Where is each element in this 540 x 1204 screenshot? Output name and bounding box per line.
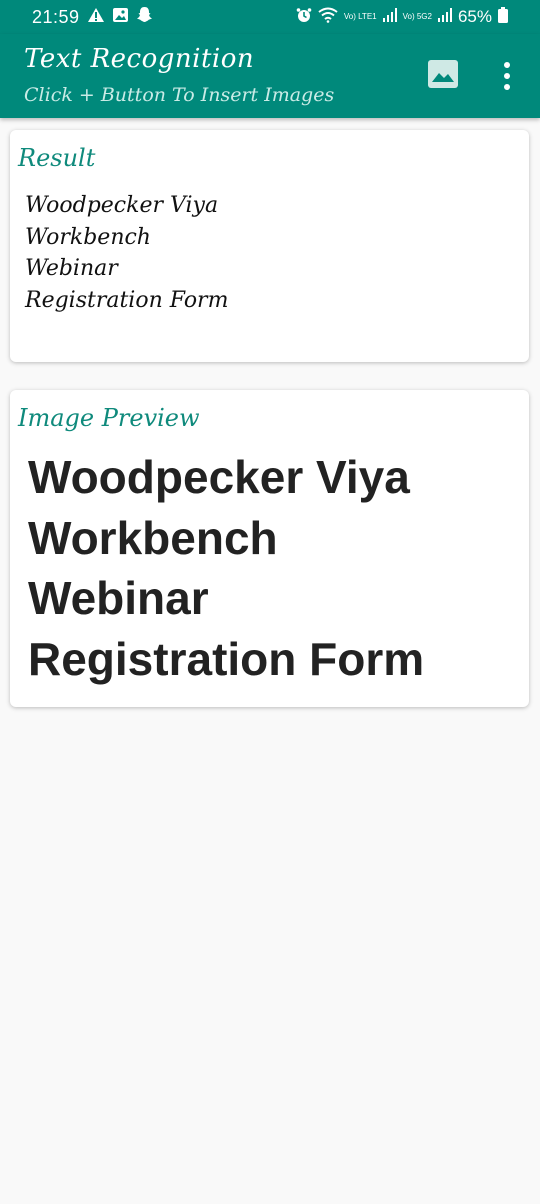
battery-percentage: 65% (457, 7, 492, 26)
result-line: Workbench (25, 224, 151, 250)
image-icon (432, 73, 454, 82)
result-line: Webinar (25, 256, 118, 281)
preview-line: Woodpecker Viya (28, 451, 410, 503)
status-bar: 21:59 Vo) LTE1 Vo) 5G2 65% (0, 0, 540, 34)
status-right: Vo) LTE1 Vo) 5G2 65% (296, 0, 508, 34)
more-vert-icon-dot (504, 73, 510, 79)
warning-icon (87, 7, 105, 28)
network-label-2: Vo) 5G2 (402, 12, 432, 21)
image-preview-card: Image Preview Woodpecker Viya Workbench … (10, 390, 529, 707)
network-label-1: Vo) LTE1 (343, 12, 377, 21)
wifi-icon (318, 7, 338, 27)
preview-line: Workbench (28, 511, 278, 564)
result-title: Result (18, 144, 96, 172)
app-bar: Text Recognition Click + Button To Inser… (0, 34, 540, 118)
preview-line: Registration Form (28, 632, 425, 685)
result-text[interactable]: Woodpecker Viya Workbench Webinar Regist… (25, 190, 228, 316)
gallery-icon (112, 7, 129, 28)
status-time: 21:59 (32, 6, 80, 27)
preview-image: Woodpecker Viya Workbench Webinar Regist… (28, 447, 424, 689)
signal-icon (382, 8, 397, 26)
signal-icon (437, 8, 452, 26)
result-card: Result Woodpecker Viya Workbench Webinar… (10, 130, 529, 362)
result-line: Woodpecker Viya (25, 193, 219, 218)
app-title: Text Recognition (24, 44, 255, 74)
image-preview-title: Image Preview (18, 404, 200, 432)
battery-icon (498, 7, 508, 27)
more-vert-icon-dot (504, 84, 510, 90)
more-options-button[interactable] (498, 58, 516, 94)
more-vert-icon (504, 62, 510, 68)
status-left: 21:59 (32, 6, 153, 28)
preview-line: Webinar (28, 572, 209, 624)
result-line: Registration Form (25, 287, 229, 313)
insert-image-button[interactable] (428, 60, 458, 88)
alarm-icon (296, 7, 312, 27)
snapchat-icon (136, 6, 153, 28)
app-subtitle: Click + Button To Insert Images (24, 84, 335, 106)
